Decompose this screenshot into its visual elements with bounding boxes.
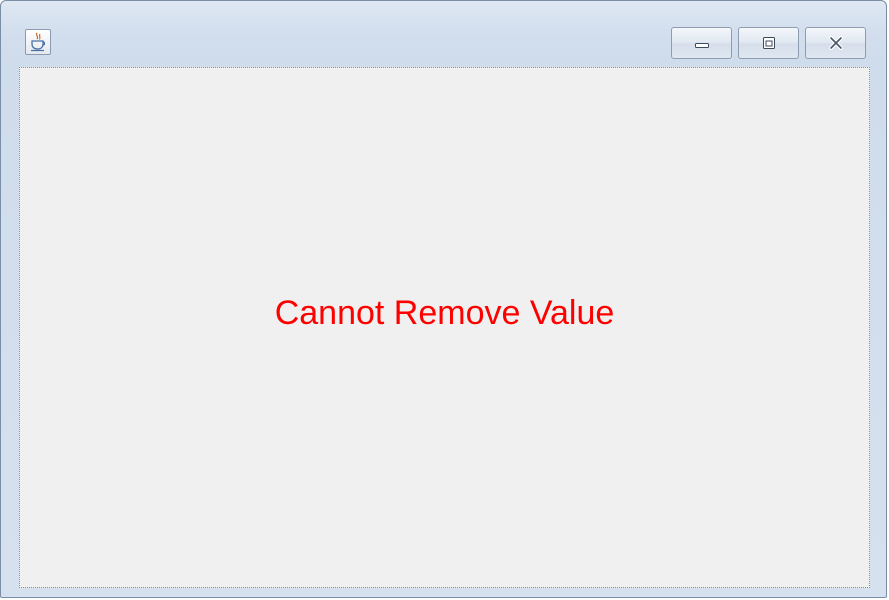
java-cup-icon — [31, 32, 46, 52]
minimize-button[interactable] — [671, 27, 732, 59]
maximize-icon — [762, 37, 775, 49]
close-button[interactable] — [805, 27, 866, 59]
minimize-icon — [694, 43, 709, 48]
maximize-button[interactable] — [738, 27, 799, 59]
content-panel: Cannot Remove Value — [19, 67, 870, 588]
error-message: Cannot Remove Value — [274, 294, 615, 332]
java-app-icon[interactable] — [25, 29, 51, 55]
close-icon — [828, 36, 843, 50]
caption-buttons — [671, 27, 866, 59]
app-window: Cannot Remove Value — [0, 0, 887, 598]
title-bar[interactable] — [1, 1, 886, 67]
